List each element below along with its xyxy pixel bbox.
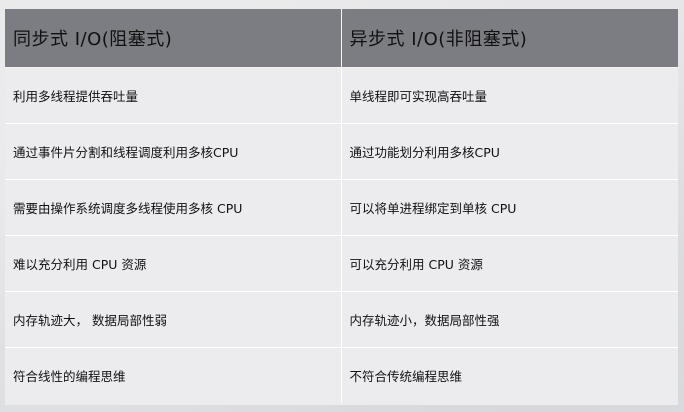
- header-async-io: 异步式 I/O(非阻塞式): [341, 9, 678, 68]
- sync-cell: 通过事件片分割和线程调度利用多核CPU: [5, 123, 342, 180]
- sync-cell: 难以充分利用 CPU 资源: [5, 235, 342, 292]
- sync-cell: 符合线性的编程思维: [5, 347, 342, 403]
- async-cell: 单线程即可实现高吞吐量: [341, 67, 678, 124]
- table-row: 内存轨迹大， 数据局部性弱 内存轨迹小，数据局部性强: [5, 291, 678, 348]
- async-cell: 可以将单进程绑定到单核 CPU: [341, 179, 678, 236]
- async-cell: 通过功能划分利用多核CPU: [341, 123, 678, 180]
- comparison-table-container: 同步式 I/O(阻塞式) 异步式 I/O(非阻塞式) 利用多线程提供吞吐量 单线…: [5, 9, 678, 405]
- sync-cell: 内存轨迹大， 数据局部性弱: [5, 291, 342, 348]
- header-sync-io: 同步式 I/O(阻塞式): [5, 9, 342, 68]
- table-row: 符合线性的编程思维 不符合传统编程思维: [5, 347, 678, 403]
- table-header-row: 同步式 I/O(阻塞式) 异步式 I/O(非阻塞式): [5, 9, 678, 68]
- async-cell: 内存轨迹小，数据局部性强: [341, 291, 678, 348]
- table-row: 通过事件片分割和线程调度利用多核CPU 通过功能划分利用多核CPU: [5, 123, 678, 180]
- sync-cell: 利用多线程提供吞吐量: [5, 67, 342, 124]
- table-row: 难以充分利用 CPU 资源 可以充分利用 CPU 资源: [5, 235, 678, 292]
- table-row: 需要由操作系统调度多线程使用多核 CPU 可以将单进程绑定到单核 CPU: [5, 179, 678, 236]
- async-cell: 可以充分利用 CPU 资源: [341, 235, 678, 292]
- sync-cell: 需要由操作系统调度多线程使用多核 CPU: [5, 179, 342, 236]
- table-row: 利用多线程提供吞吐量 单线程即可实现高吞吐量: [5, 67, 678, 124]
- io-comparison-table: 同步式 I/O(阻塞式) 异步式 I/O(非阻塞式) 利用多线程提供吞吐量 单线…: [5, 9, 678, 403]
- async-cell: 不符合传统编程思维: [341, 347, 678, 403]
